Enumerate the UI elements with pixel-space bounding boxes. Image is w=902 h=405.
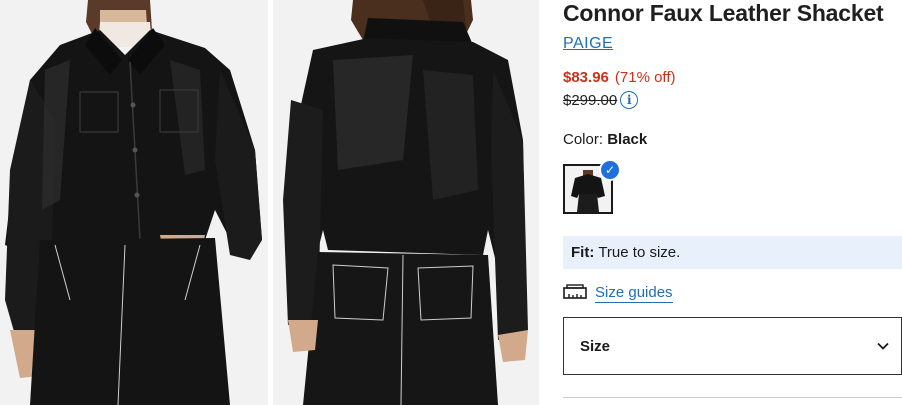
chevron-down-icon [877,342,889,350]
product-photo-back[interactable] [273,0,539,405]
fit-value: True to size. [598,244,681,261]
ruler-icon [563,284,587,299]
fit-info-bar: Fit: True to size. [563,236,902,269]
color-label-row: Color: Black [563,131,647,149]
size-dropdown[interactable]: Size [563,317,902,375]
info-icon[interactable]: i [620,91,639,109]
fit-label: Fit: [571,244,595,261]
color-label: Color: [563,131,604,148]
discount-percent: (71% off) [614,69,676,86]
section-divider [563,397,902,398]
size-dropdown-label: Size [580,337,611,355]
jacket-back-image [273,0,539,405]
brand-link[interactable]: PAIGE [563,35,613,53]
jacket-front-image [0,0,268,405]
sale-price: $83.96 [563,69,609,86]
color-value: Black [607,131,648,148]
color-swatch-black[interactable]: ✓ [563,159,621,214]
price-row: $83.96 (71% off) [563,69,675,86]
product-title: Connor Faux Leather Shacket [563,0,884,26]
size-guide-link[interactable]: Size guides [595,284,673,303]
original-price: $299.00 [563,91,618,109]
product-photo-front[interactable] [0,0,268,405]
size-guide-row[interactable]: Size guides [563,282,673,304]
original-price-row: $299.00 i [563,90,639,110]
selected-check-icon: ✓ [599,159,621,181]
